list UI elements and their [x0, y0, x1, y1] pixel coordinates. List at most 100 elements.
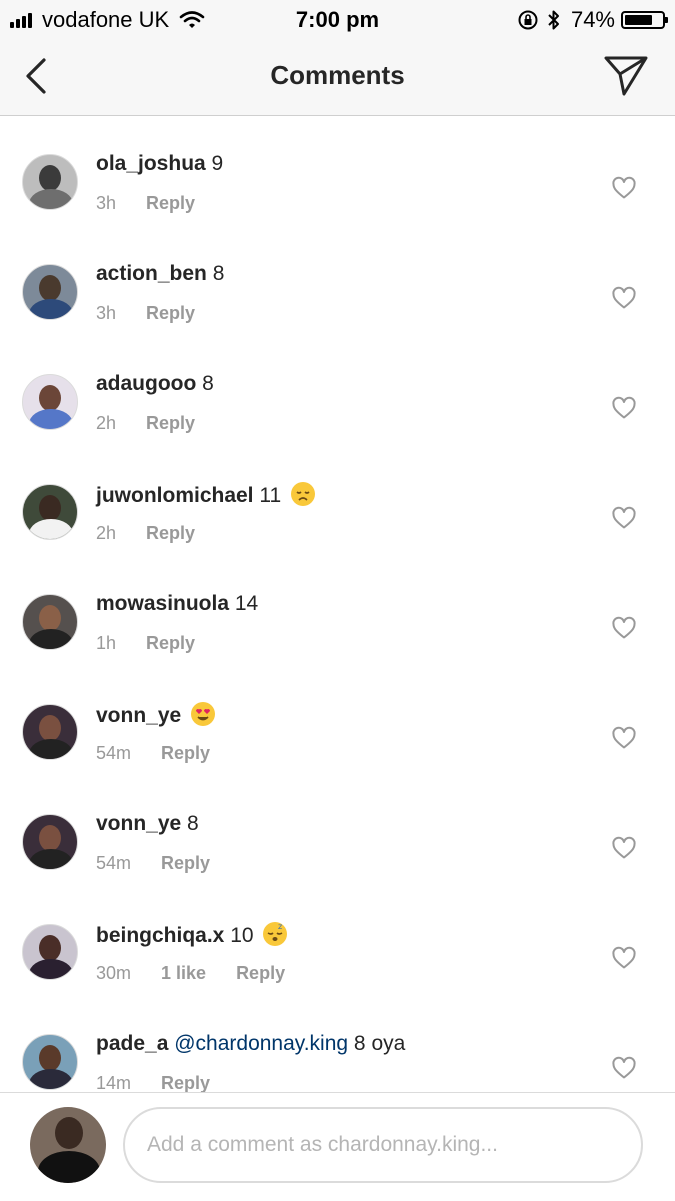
comment-item[interactable]: vonn_ye 8 54m Reply	[0, 776, 675, 886]
comment-mention[interactable]: @chardonnay.king	[174, 1032, 348, 1055]
comment-text: 10	[224, 924, 254, 947]
comment-input[interactable]	[123, 1107, 643, 1183]
bluetooth-icon	[548, 10, 559, 30]
comment-time: 2h	[96, 413, 117, 433]
comment-time: 2h	[96, 523, 117, 543]
comment-body: adaugooo 8	[96, 372, 214, 396]
comment-username[interactable]: vonn_ye	[96, 704, 181, 727]
heart-icon[interactable]	[611, 396, 637, 420]
comment-body: beingchiqa.x 10 z	[96, 922, 288, 948]
direct-send-icon[interactable]	[603, 54, 649, 98]
comment-username[interactable]: beingchiqa.x	[96, 924, 224, 947]
heart-icon[interactable]	[611, 1056, 637, 1080]
comment-meta: 3h Reply	[96, 193, 225, 214]
reply-button[interactable]: Reply	[146, 413, 195, 434]
current-user-avatar	[30, 1107, 106, 1183]
heart-icon[interactable]	[611, 506, 637, 530]
comment-meta: 54m Reply	[96, 853, 240, 874]
comment-item[interactable]: action_ben 8 3h Reply	[0, 226, 675, 336]
orientation-lock-icon	[518, 10, 538, 30]
disappointed-face-icon	[291, 482, 316, 506]
comment-meta: 3h Reply	[96, 303, 225, 324]
comment-time: 54m	[96, 743, 132, 763]
status-bar: vodafone UK 7:00 pm 74%	[0, 0, 675, 38]
reply-button[interactable]: Reply	[146, 303, 195, 324]
comment-item[interactable]: beingchiqa.x 10 z 30m 1 like Reply	[0, 886, 675, 996]
page-title: Comments	[270, 60, 405, 90]
svg-text:z: z	[278, 922, 282, 931]
heart-icon[interactable]	[611, 946, 637, 970]
heart-icon[interactable]	[611, 176, 637, 200]
user-avatar[interactable]	[22, 264, 78, 320]
comment-item[interactable]: mowasinuola 14 1h Reply	[0, 556, 675, 666]
user-avatar[interactable]	[22, 594, 78, 650]
comment-username[interactable]: mowasinuola	[96, 592, 229, 615]
comment-meta: 2h Reply	[96, 413, 225, 434]
comment-time: 54m	[96, 853, 132, 873]
comment-body: pade_a @chardonnay.king 8 oya	[96, 1032, 405, 1056]
comment-item[interactable]: ola_joshua 9 3h Reply	[0, 116, 675, 226]
status-right: 74%	[517, 7, 668, 33]
comment-time: 30m	[96, 963, 132, 983]
heart-icon[interactable]	[611, 286, 637, 310]
comment-username[interactable]: vonn_ye	[96, 812, 181, 835]
reply-button[interactable]: Reply	[161, 1073, 210, 1092]
reply-button[interactable]: Reply	[161, 743, 210, 764]
reply-button[interactable]: Reply	[146, 633, 195, 654]
comment-username[interactable]: juwonlomichael	[96, 484, 254, 507]
comment-meta: 30m 1 like Reply	[96, 963, 315, 984]
comment-item[interactable]: pade_a @chardonnay.king 8 oya 14m Reply	[0, 996, 675, 1092]
reply-button[interactable]: Reply	[236, 963, 285, 984]
user-avatar[interactable]	[22, 704, 78, 760]
comment-text: 14	[229, 592, 259, 615]
comments-list[interactable]: ola_joshua 9 3h Reply action_ben 8 3h Reply ad…	[0, 116, 675, 1092]
user-avatar[interactable]	[22, 924, 78, 980]
heart-icon[interactable]	[611, 726, 637, 750]
sleeping-face-icon: z	[263, 922, 288, 946]
battery-percent: 74%	[570, 7, 615, 32]
heart-icon[interactable]	[611, 616, 637, 640]
comment-like-count[interactable]: 1 like	[161, 963, 206, 984]
comment-text: 8 oya	[348, 1032, 406, 1055]
comment-text: 8	[196, 372, 214, 395]
comment-body: vonn_ye	[96, 702, 216, 728]
comment-username[interactable]: ola_joshua	[96, 152, 206, 175]
comment-item[interactable]: vonn_ye 54m Reply	[0, 666, 675, 776]
battery-icon	[621, 11, 668, 29]
comment-time: 14m	[96, 1073, 132, 1092]
user-avatar[interactable]	[22, 1034, 78, 1090]
comment-text: 11	[253, 484, 282, 507]
comment-text: 8	[181, 812, 199, 835]
comment-body: juwonlomichael 11	[96, 482, 316, 508]
comment-time: 1h	[96, 633, 117, 653]
comment-item[interactable]: adaugooo 8 2h Reply	[0, 336, 675, 446]
comment-username[interactable]: action_ben	[96, 262, 207, 285]
comment-composer	[0, 1092, 675, 1201]
navigation-bar: Comments	[0, 38, 675, 116]
comment-username[interactable]: pade_a	[96, 1032, 168, 1055]
comment-time: 3h	[96, 193, 117, 213]
comment-body: mowasinuola 14	[96, 592, 258, 616]
reply-button[interactable]: Reply	[146, 523, 195, 544]
comment-meta: 1h Reply	[96, 633, 225, 654]
reply-button[interactable]: Reply	[146, 193, 195, 214]
user-avatar[interactable]	[22, 154, 78, 210]
battery-level	[625, 15, 652, 25]
comment-body: vonn_ye 8	[96, 812, 199, 836]
comment-text: 8	[206, 262, 225, 285]
comment-text: 9	[205, 152, 224, 175]
comment-meta: 54m Reply	[96, 743, 240, 764]
reply-button[interactable]: Reply	[161, 853, 210, 874]
comment-meta: 2h Reply	[96, 523, 225, 544]
user-avatar[interactable]	[22, 814, 78, 870]
heart-eyes-face-icon	[191, 702, 216, 726]
comment-time: 3h	[96, 303, 117, 323]
user-avatar[interactable]	[22, 374, 78, 430]
comment-meta: 14m Reply	[96, 1073, 240, 1092]
comment-item[interactable]: juwonlomichael 11 2h Reply	[0, 446, 675, 556]
comment-body: action_ben 8	[96, 262, 224, 286]
user-avatar[interactable]	[22, 484, 78, 540]
comment-body: ola_joshua 9	[96, 152, 223, 176]
heart-icon[interactable]	[611, 836, 637, 860]
comment-username[interactable]: adaugooo	[96, 372, 196, 395]
